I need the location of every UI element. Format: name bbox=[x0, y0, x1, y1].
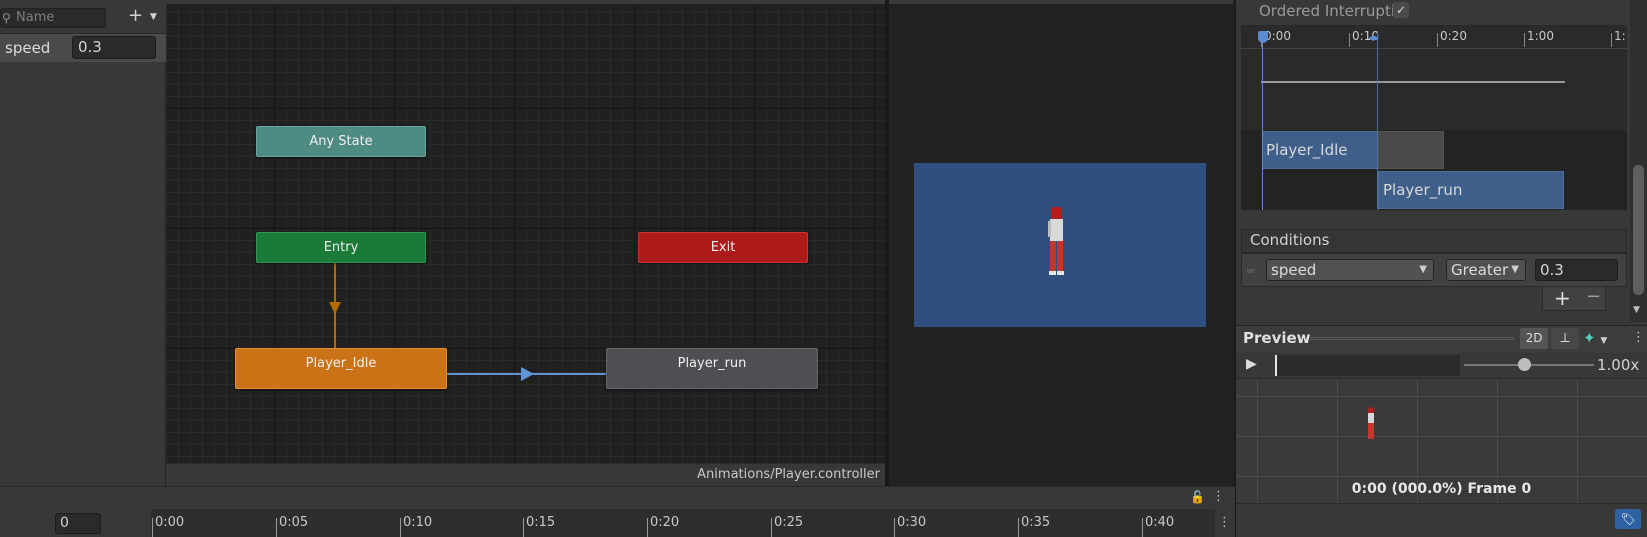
ruler-tick: 0:15 bbox=[526, 515, 556, 530]
graph-footer: Animations/Player.controller bbox=[166, 463, 885, 486]
pivot-icon[interactable]: ⟂ bbox=[1551, 328, 1579, 349]
playhead-line bbox=[1262, 43, 1263, 210]
timeline-toolbar bbox=[0, 486, 1235, 509]
state-any-state[interactable]: Any State bbox=[256, 126, 426, 157]
condition-mode-value: Greater bbox=[1451, 261, 1509, 279]
frame-input[interactable]: 0 bbox=[55, 513, 101, 534]
avatar-icon[interactable]: ✦ ▼ bbox=[1583, 326, 1617, 350]
lock-icon[interactable]: 🔓 bbox=[1190, 490, 1205, 504]
inspector-scrollbar-thumb[interactable] bbox=[1633, 165, 1644, 295]
ordered-interruption-checkbox[interactable]: ✓ bbox=[1393, 2, 1409, 18]
scene-tab-strip bbox=[889, 0, 1233, 4]
from-state-bar[interactable]: Player_Idle bbox=[1262, 131, 1378, 169]
transition-duration-handle-icon[interactable]: ◂▸ bbox=[1368, 31, 1379, 44]
preview-2d-toggle[interactable]: 2D bbox=[1520, 328, 1548, 349]
ruler-tick: 0:40 bbox=[1145, 515, 1175, 530]
condition-threshold-input[interactable]: 0.3 bbox=[1535, 259, 1618, 281]
speed-label: 1.00x bbox=[1597, 356, 1640, 374]
to-state-bar[interactable]: Player_run bbox=[1378, 171, 1564, 209]
ruler-tick: 0:30 bbox=[897, 515, 927, 530]
timeline-tick: 0:00 bbox=[1264, 29, 1291, 43]
add-condition-button[interactable]: + bbox=[1554, 286, 1571, 310]
ruler-tick: 0:25 bbox=[774, 515, 804, 530]
chevron-down-icon: ▼ bbox=[1419, 264, 1427, 275]
timeline-ruler[interactable] bbox=[151, 509, 1215, 537]
state-player-run[interactable]: Player_run bbox=[606, 348, 818, 389]
ruler-tick: 0:05 bbox=[279, 515, 309, 530]
transition-timeline-ruler[interactable]: 0:00 0:10 0:20 1:00 1: bbox=[1241, 25, 1627, 49]
scroll-down-icon[interactable]: ▼ bbox=[1633, 305, 1640, 315]
condition-mode-dropdown[interactable]: Greater ▼ bbox=[1446, 259, 1526, 281]
more-options-icon[interactable]: ⋮ bbox=[1632, 330, 1645, 345]
state-player-idle[interactable]: Player_Idle bbox=[235, 348, 447, 389]
preview-bottom-bar bbox=[1236, 503, 1647, 537]
preview-scrubber[interactable] bbox=[1275, 355, 1460, 376]
playhead-handle[interactable] bbox=[1258, 31, 1268, 43]
drag-handle-icon[interactable]: ═ bbox=[1247, 264, 1254, 278]
conditions-title: Conditions bbox=[1250, 231, 1330, 249]
remove-condition-button[interactable]: − bbox=[1586, 286, 1601, 307]
more-options-icon[interactable]: ⋮ bbox=[1212, 489, 1225, 504]
label-tag-icon[interactable]: 🏷 bbox=[1615, 509, 1641, 529]
state-exit[interactable]: Exit bbox=[638, 232, 808, 263]
timeline-tick: 1: bbox=[1614, 29, 1626, 43]
preview-character-sprite bbox=[1366, 407, 1376, 443]
state-entry[interactable]: Entry bbox=[256, 232, 426, 263]
condition-parameter-value: speed bbox=[1271, 261, 1317, 279]
condition-parameter-dropdown[interactable]: speed ▼ bbox=[1266, 259, 1434, 281]
transition-end-line bbox=[1377, 31, 1378, 210]
ruler-tick: 0:35 bbox=[1021, 515, 1051, 530]
timeline-tick: 1:00 bbox=[1527, 29, 1554, 43]
ruler-tick: 0:20 bbox=[650, 515, 680, 530]
preview-frame-status: 0:00 (000.0%) Frame 0 bbox=[1351, 481, 1532, 497]
transition-weight-line bbox=[1261, 81, 1565, 83]
player-sprite bbox=[1046, 207, 1068, 283]
ruler-tick: 0:10 bbox=[403, 515, 433, 530]
preview-title: Preview bbox=[1243, 329, 1311, 347]
scene-camera-rect bbox=[914, 163, 1206, 327]
more-options-icon[interactable]: ⋮ bbox=[1218, 515, 1231, 530]
entry-transition-arrow bbox=[329, 302, 341, 314]
play-icon[interactable]: ▶ bbox=[1246, 356, 1257, 372]
from-state-tail bbox=[1378, 131, 1444, 169]
timeline-tick: 0:20 bbox=[1440, 29, 1467, 43]
ruler-tick: 0:00 bbox=[155, 515, 185, 530]
speed-slider-knob[interactable] bbox=[1518, 358, 1531, 371]
idle-to-run-transition-arrow bbox=[521, 367, 534, 381]
ordered-interruption-label: Ordered Interruptic bbox=[1259, 2, 1404, 20]
preview-resize-grip[interactable] bbox=[1310, 337, 1514, 340]
chevron-down-icon: ▼ bbox=[1511, 264, 1519, 275]
controller-path: Animations/Player.controller bbox=[697, 467, 880, 482]
